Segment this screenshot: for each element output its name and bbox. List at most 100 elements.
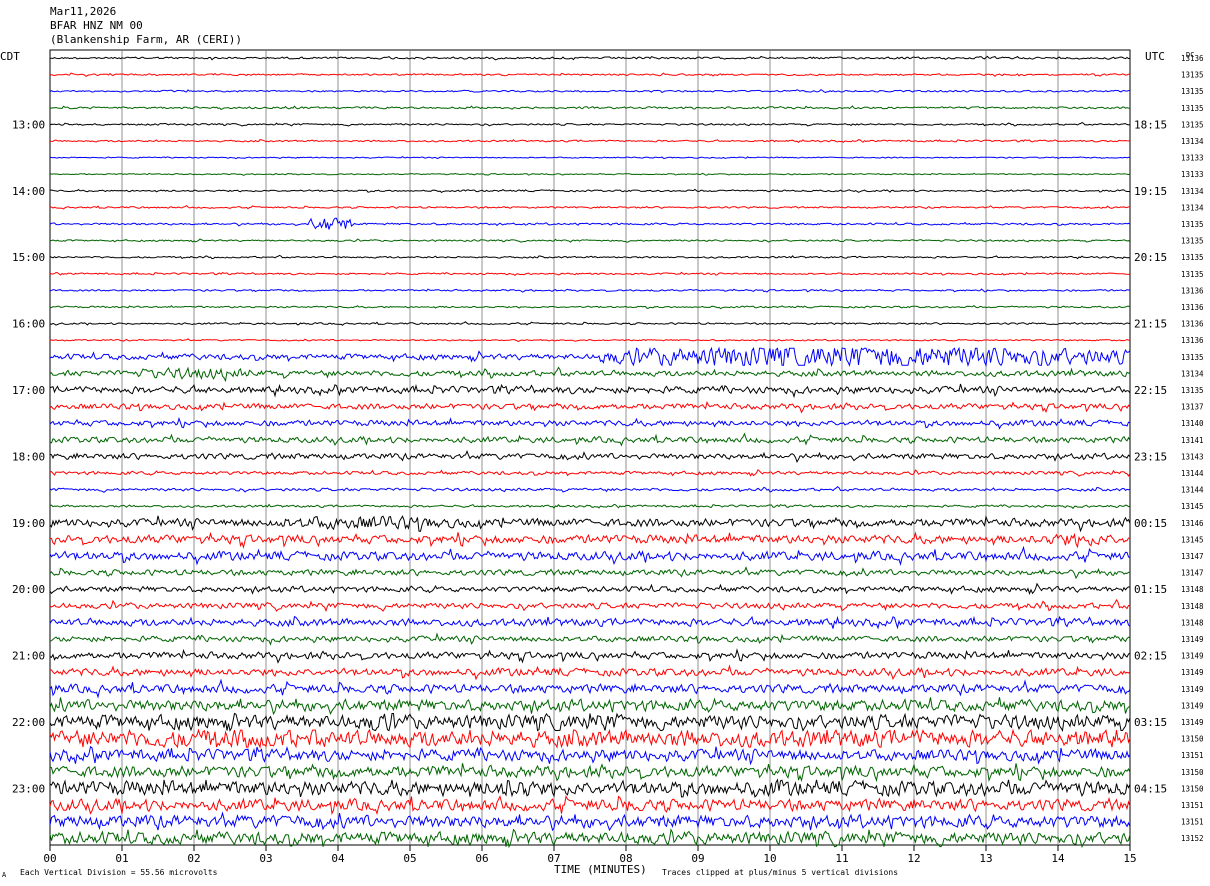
trace-41 xyxy=(49,728,1131,749)
dc-value-36: 13149 xyxy=(1181,652,1204,661)
dc-value-22: 13140 xyxy=(1181,419,1204,428)
x-tick-label-10: 10 xyxy=(763,852,776,865)
trace-46 xyxy=(49,811,1131,832)
trace-25 xyxy=(49,469,1131,477)
trace-39 xyxy=(49,697,1131,716)
dc-value-24: 13143 xyxy=(1181,452,1204,461)
x-tick-label-00: 00 xyxy=(43,852,56,865)
dc-value-35: 13149 xyxy=(1181,635,1204,644)
dc-value-13: 13135 xyxy=(1181,270,1204,279)
trace-24 xyxy=(49,449,1131,463)
trace-32 xyxy=(49,582,1131,595)
dc-value-40: 13149 xyxy=(1181,718,1204,727)
left-hour-label-16: 16:00 xyxy=(12,318,45,331)
left-hour-label-32: 20:00 xyxy=(12,583,45,596)
dc-value-46: 13151 xyxy=(1181,818,1204,827)
x-tick-label-04: 04 xyxy=(331,852,345,865)
trace-37 xyxy=(49,664,1131,681)
x-tick-label-01: 01 xyxy=(115,852,128,865)
dc-value-1: 13135 xyxy=(1181,71,1204,80)
x-tick-label-11: 11 xyxy=(835,852,848,865)
dc-value-10: 13135 xyxy=(1181,220,1204,229)
right-hour-label-24: 23:15 xyxy=(1134,450,1167,463)
dc-values: 13136 13135 13135 13135 13135 13134 13133 13133… xyxy=(1181,54,1204,843)
left-hour-label-12: 15:00 xyxy=(12,251,45,264)
left-hour-label-28: 19:00 xyxy=(12,517,45,530)
dc-value-33: 13148 xyxy=(1181,602,1204,611)
right-axis-label: UTC xyxy=(1145,50,1165,63)
dc-value-43: 13150 xyxy=(1181,768,1204,777)
left-hour-label-44: 23:00 xyxy=(12,782,45,795)
trace-2 xyxy=(49,88,1131,94)
trace-40 xyxy=(49,712,1131,732)
x-tick-label-05: 05 xyxy=(403,852,416,865)
dc-value-42: 13151 xyxy=(1181,751,1204,760)
dc-value-39: 13149 xyxy=(1181,701,1204,710)
trace-47 xyxy=(49,828,1131,849)
dc-value-18: 13135 xyxy=(1181,353,1204,362)
trace-31 xyxy=(49,566,1131,580)
traces xyxy=(49,55,1131,849)
plot-frame xyxy=(49,49,1131,846)
left-hour-label-20: 17:00 xyxy=(12,384,45,397)
dc-value-23: 13141 xyxy=(1181,436,1204,445)
dc-value-44: 13150 xyxy=(1181,784,1204,793)
trace-21 xyxy=(49,401,1131,414)
x-axis-ticks: 00 01 02 03 04 05 06 07 08 09 10 11 12 13 14 15 xyxy=(43,845,1137,865)
x-tick-label-02: 02 xyxy=(187,852,200,865)
trace-36 xyxy=(49,648,1131,664)
trace-44 xyxy=(49,778,1131,798)
trace-27 xyxy=(49,503,1131,510)
trace-5 xyxy=(49,138,1131,144)
trace-10 xyxy=(49,217,1131,230)
trace-13 xyxy=(49,271,1131,277)
dc-value-30: 13147 xyxy=(1181,552,1204,561)
x-tick-label-06: 06 xyxy=(475,852,488,865)
trace-23 xyxy=(49,432,1131,447)
dc-label: DC xyxy=(1186,51,1194,59)
right-hour-label-8: 19:15 xyxy=(1134,185,1167,198)
trace-20 xyxy=(49,383,1131,399)
dc-value-28: 13146 xyxy=(1181,519,1204,528)
dc-value-15: 13136 xyxy=(1181,303,1204,312)
trace-22 xyxy=(49,416,1131,430)
dc-value-17: 13136 xyxy=(1181,336,1204,345)
dc-value-6: 13133 xyxy=(1181,154,1204,163)
x-tick-label-09: 09 xyxy=(691,852,704,865)
trace-26 xyxy=(49,486,1131,493)
dc-value-27: 13145 xyxy=(1181,502,1204,511)
trace-15 xyxy=(49,304,1131,310)
dc-value-2: 13135 xyxy=(1181,87,1204,96)
dc-value-7: 13133 xyxy=(1181,170,1204,179)
right-hour-label-36: 02:15 xyxy=(1134,650,1167,663)
dc-value-21: 13137 xyxy=(1181,403,1204,412)
dc-value-8: 13134 xyxy=(1181,187,1204,196)
trace-19 xyxy=(49,366,1131,383)
right-hour-label-28: 00:15 xyxy=(1134,517,1167,530)
right-hour-label-40: 03:15 xyxy=(1134,716,1167,729)
trace-3 xyxy=(49,105,1131,110)
dc-value-12: 13135 xyxy=(1181,253,1204,262)
left-hour-label-24: 18:00 xyxy=(12,450,45,463)
dc-value-14: 13136 xyxy=(1181,286,1204,295)
trace-43 xyxy=(49,763,1131,783)
left-hour-label-8: 14:00 xyxy=(12,185,45,198)
left-hour-label-36: 21:00 xyxy=(12,650,45,663)
trace-1 xyxy=(49,72,1131,77)
left-hour-labels: 13:00 14:00 15:00 16:00 17:00 18:00 19:00 20:00… xyxy=(12,118,45,795)
trace-7 xyxy=(49,172,1131,176)
right-hour-label-32: 01:15 xyxy=(1134,583,1167,596)
dc-value-19: 13134 xyxy=(1181,369,1204,378)
trace-4 xyxy=(49,122,1131,127)
right-hour-label-4: 18:15 xyxy=(1134,118,1167,131)
right-hour-label-12: 20:15 xyxy=(1134,251,1167,264)
x-tick-label-14: 14 xyxy=(1051,852,1065,865)
dc-value-31: 13147 xyxy=(1181,569,1204,578)
trace-8 xyxy=(49,188,1131,194)
x-tick-label-15: 15 xyxy=(1123,852,1136,865)
trace-30 xyxy=(49,545,1131,566)
corner-mark: A xyxy=(2,871,7,879)
vertical-division-note: Each Vertical Division = 55.56 microvolt… xyxy=(20,868,218,877)
trace-14 xyxy=(49,288,1131,293)
left-hour-label-40: 22:00 xyxy=(12,716,45,729)
